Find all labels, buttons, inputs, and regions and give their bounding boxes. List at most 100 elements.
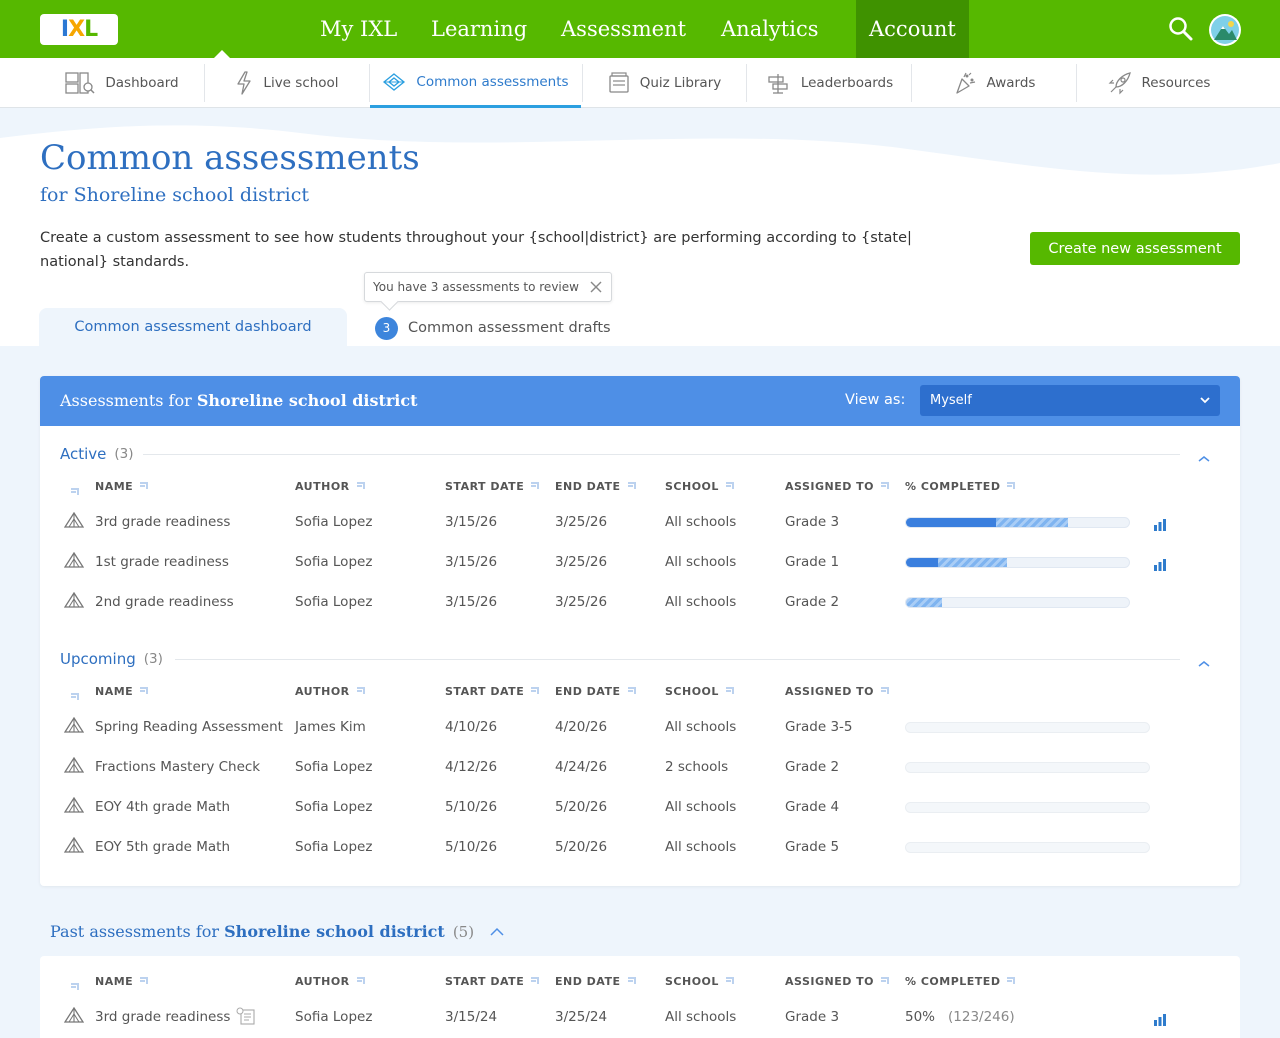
sort-icon[interactable] (719, 480, 735, 493)
section-heading-active[interactable]: Active (3) (60, 444, 134, 464)
bar-chart-icon[interactable] (1153, 516, 1167, 531)
cell-name[interactable]: 3rd grade readiness (95, 514, 230, 530)
sort-icon[interactable] (133, 480, 149, 493)
sort-icon[interactable] (350, 975, 366, 988)
past-assessments-heading[interactable]: Past assessments for Shoreline school di… (50, 922, 504, 941)
sort-icon[interactable] (70, 686, 80, 705)
subnav-label: Awards (986, 75, 1036, 91)
subnav-leaderboards[interactable]: Leaderboards (747, 58, 911, 108)
column-header-author[interactable]: AUTHOR (295, 480, 366, 493)
search-icon[interactable] (1168, 16, 1194, 42)
past-count: (5) (452, 922, 475, 941)
nav-account[interactable]: Account (856, 0, 969, 58)
sort-icon[interactable] (524, 685, 540, 698)
chevron-up-icon[interactable] (1197, 654, 1211, 667)
sort-icon[interactable] (133, 685, 149, 698)
sort-icon[interactable] (874, 685, 890, 698)
column-header-school[interactable]: SCHOOL (665, 975, 735, 988)
nav-assessment[interactable]: Assessment (561, 0, 686, 58)
column-header-label: AUTHOR (295, 685, 350, 698)
column-header-school[interactable]: SCHOOL (665, 685, 735, 698)
sort-icon[interactable] (621, 685, 637, 698)
sort-icon[interactable] (350, 480, 366, 493)
assessment-icon (63, 756, 85, 775)
page-subtitle: for Shoreline school district (40, 184, 309, 206)
column-header-name[interactable]: NAME (95, 480, 149, 493)
card-title-district: Shoreline school district (196, 391, 418, 410)
nav-analytics[interactable]: Analytics (721, 0, 818, 58)
column-header-name[interactable]: NAME (95, 975, 149, 988)
avatar[interactable] (1209, 14, 1241, 46)
subnav-awards[interactable]: Awards (912, 58, 1076, 108)
section-heading-upcoming[interactable]: Upcoming (3) (60, 649, 163, 669)
sort-icon[interactable] (719, 685, 735, 698)
column-header-end[interactable]: END DATE (555, 975, 637, 988)
column-header-start[interactable]: START DATE (445, 480, 540, 493)
cell-name[interactable]: 3rd grade readiness (95, 1009, 230, 1025)
column-header-completed[interactable]: % COMPLETED (905, 975, 1016, 988)
column-header-assigned[interactable]: ASSIGNED TO (785, 480, 890, 493)
subnav-common-assessments[interactable]: Common assessments (370, 58, 581, 108)
subnav-quiz-library[interactable]: Quiz Library (583, 58, 746, 108)
leaderboard-icon (768, 74, 788, 94)
sort-icon[interactable] (70, 976, 80, 995)
review-tooltip: You have 3 assessments to review (364, 272, 612, 302)
bar-chart-icon[interactable] (1153, 1011, 1167, 1026)
sort-icon[interactable] (133, 975, 149, 988)
sort-icon[interactable] (874, 480, 890, 493)
cell-name[interactable]: EOY 4th grade Math (95, 799, 230, 815)
column-header-name[interactable]: NAME (95, 685, 149, 698)
cell-start: 5/10/26 (445, 799, 498, 815)
column-header-author[interactable]: AUTHOR (295, 685, 366, 698)
column-header-label: NAME (95, 685, 134, 698)
close-icon[interactable] (589, 280, 603, 294)
subnav-live-school[interactable]: Live school (205, 58, 369, 108)
cell-end: 4/24/26 (555, 759, 608, 775)
column-header-author[interactable]: AUTHOR (295, 975, 366, 988)
sort-icon[interactable] (350, 685, 366, 698)
sort-icon[interactable] (70, 481, 80, 500)
column-header-assigned[interactable]: ASSIGNED TO (785, 685, 890, 698)
nav-learning[interactable]: Learning (431, 0, 527, 58)
chevron-up-icon[interactable] (490, 927, 504, 937)
sort-icon[interactable] (874, 975, 890, 988)
common-assessments-icon (383, 72, 406, 91)
column-header-end[interactable]: END DATE (555, 685, 637, 698)
progress-completed (906, 558, 938, 567)
sort-icon[interactable] (719, 975, 735, 988)
cell-name[interactable]: 2nd grade readiness (95, 594, 234, 610)
completion-progress-bar (905, 842, 1150, 853)
sort-icon[interactable] (524, 975, 540, 988)
nav-my-ixl[interactable]: My IXL (320, 0, 397, 58)
sort-icon[interactable] (621, 480, 637, 493)
subnav-resources[interactable]: Resources (1077, 58, 1241, 108)
column-header-start[interactable]: START DATE (445, 685, 540, 698)
notes-icon[interactable] (236, 1007, 256, 1029)
create-new-assessment-button[interactable]: Create new assessment (1030, 232, 1240, 265)
cell-name[interactable]: Fractions Mastery Check (95, 759, 260, 775)
cell-name[interactable]: Spring Reading Assessment (95, 719, 283, 735)
sort-icon[interactable] (524, 480, 540, 493)
column-header-start[interactable]: START DATE (445, 975, 540, 988)
sort-icon[interactable] (1000, 480, 1016, 493)
tab-common-assessment-dashboard[interactable]: Common assessment dashboard (39, 308, 347, 346)
column-header-school[interactable]: SCHOOL (665, 480, 735, 493)
column-header-assigned[interactable]: ASSIGNED TO (785, 975, 890, 988)
page-title: Common assessments (40, 138, 420, 178)
view-as-select[interactable]: Myself (920, 385, 1220, 416)
sort-icon[interactable] (1000, 975, 1016, 988)
tab-common-assessment-drafts[interactable]: 3 Common assessment drafts (375, 316, 611, 340)
subnav-dashboard[interactable]: Dashboard (40, 58, 204, 108)
cell-name[interactable]: 1st grade readiness (95, 554, 229, 570)
cell-start: 5/10/26 (445, 839, 498, 855)
card-title: Assessments for Shoreline school distric… (60, 391, 418, 410)
cell-end: 3/25/26 (555, 514, 608, 530)
sort-icon[interactable] (621, 975, 637, 988)
cell-name[interactable]: EOY 5th grade Math (95, 839, 230, 855)
ixl-logo[interactable]: IXL (40, 14, 118, 45)
column-header-completed[interactable]: % COMPLETED (905, 480, 1016, 493)
bar-chart-icon[interactable] (1153, 556, 1167, 571)
column-header-end[interactable]: END DATE (555, 480, 637, 493)
chevron-up-icon[interactable] (1197, 449, 1211, 462)
past-title: Past assessments for Shoreline school di… (50, 922, 445, 941)
